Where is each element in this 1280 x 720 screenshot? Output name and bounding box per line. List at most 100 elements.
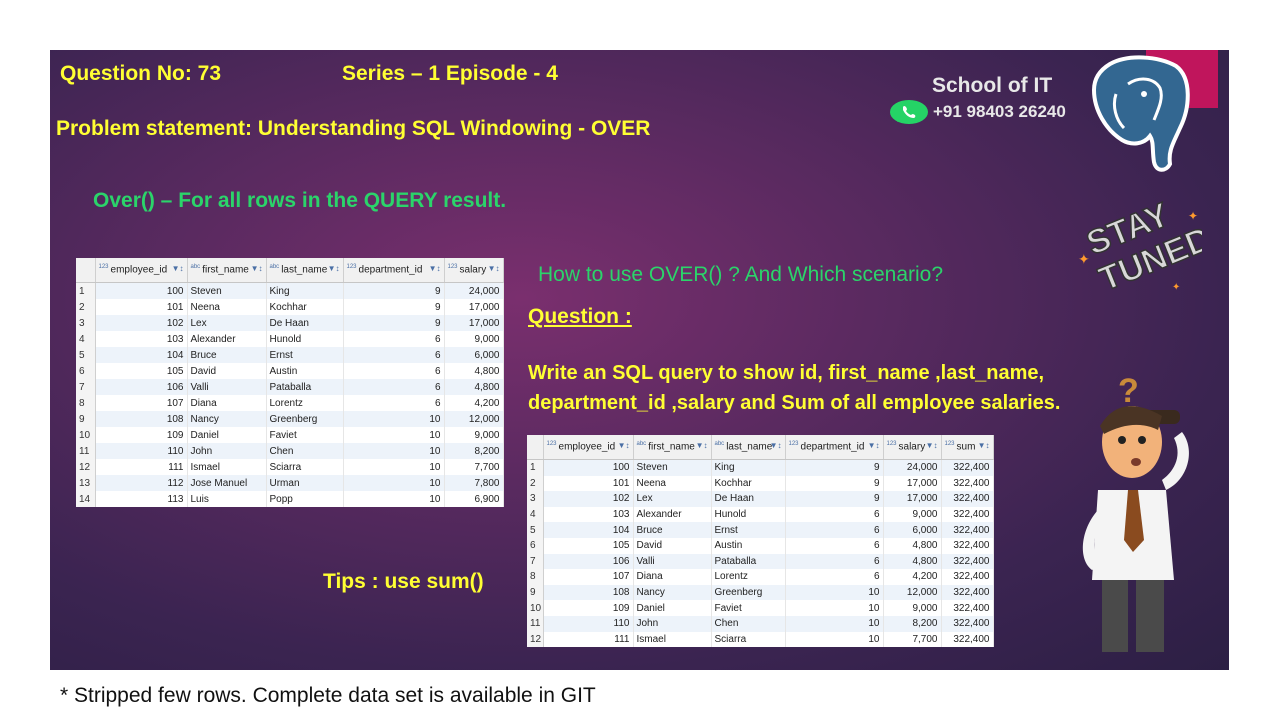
- table-cell: Daniel: [633, 600, 712, 616]
- table-cell: 109: [95, 427, 188, 443]
- row-number-cell: 4: [76, 331, 96, 347]
- table-cell: Valli: [633, 553, 712, 570]
- column-header[interactable]: abc last_name ▼↕: [266, 258, 344, 283]
- table-row[interactable]: 9 108 Nancy Greenberg 10 12,000: [76, 411, 504, 427]
- table-cell: 10: [785, 615, 884, 632]
- sort-filter-icon: ▼↕: [171, 264, 184, 273]
- table-row[interactable]: 12 111 Ismael Sciarra 10 7,700 322,400: [527, 631, 994, 648]
- table-cell: Ernst: [266, 347, 344, 363]
- table-row[interactable]: 14 113 Luis Popp 10 6,900: [76, 491, 504, 507]
- sort-filter-icon: ▼↕: [867, 441, 880, 450]
- table-row[interactable]: 5 104 Bruce Ernst 6 6,000 322,400: [527, 522, 994, 538]
- table-cell: 6: [785, 522, 884, 538]
- table-row[interactable]: 11 110 John Chen 10 8,200: [76, 443, 504, 459]
- table-cell: 9: [785, 491, 884, 507]
- table-cell: 6: [785, 569, 884, 585]
- table-row[interactable]: 2 101 Neena Kochhar 9 17,000 322,400: [527, 475, 994, 492]
- table-cell: De Haan: [711, 491, 786, 507]
- row-number-cell: 10: [76, 427, 96, 443]
- row-number-header: [527, 435, 544, 460]
- column-header[interactable]: 123 salary ▼↕: [883, 435, 942, 460]
- table-cell: 322,400: [941, 553, 994, 570]
- sparkle-icon: ✦: [1172, 282, 1180, 293]
- table-cell: 7,700: [444, 459, 504, 475]
- table-cell: 9: [343, 282, 445, 299]
- table-cell: Neena: [187, 299, 267, 315]
- column-header[interactable]: abc first_name ▼↕: [633, 435, 712, 460]
- table-cell: Urman: [266, 475, 344, 491]
- column-header[interactable]: 123 department_id ▼↕: [785, 435, 884, 460]
- table-cell: 10: [343, 459, 445, 475]
- table-cell: 9: [343, 299, 445, 315]
- problem-statement: Problem statement: Understanding SQL Win…: [56, 117, 651, 140]
- table-cell: 111: [95, 459, 188, 475]
- row-number-cell: 12: [76, 459, 96, 475]
- table-row[interactable]: 9 108 Nancy Greenberg 10 12,000 322,400: [527, 584, 994, 601]
- row-number-cell: 11: [527, 615, 544, 632]
- column-header[interactable]: abc first_name ▼↕: [187, 258, 267, 283]
- table-cell: 10: [343, 443, 445, 459]
- table-row[interactable]: 4 103 Alexander Hunold 6 9,000: [76, 331, 504, 347]
- table-row[interactable]: 10 109 Daniel Faviet 10 9,000 322,400: [527, 600, 994, 616]
- table-row[interactable]: 3 102 Lex De Haan 9 17,000: [76, 315, 504, 331]
- column-header[interactable]: 123 employee_id ▼↕: [543, 435, 634, 460]
- table-cell: 17,000: [883, 491, 942, 507]
- table-cell: 10: [343, 475, 445, 491]
- table-row[interactable]: 4 103 Alexander Hunold 6 9,000 322,400: [527, 506, 994, 523]
- table-cell: 6: [343, 363, 445, 379]
- table-cell: 4,800: [883, 537, 942, 554]
- table-cell: 104: [95, 347, 188, 363]
- table-cell: 6: [343, 395, 445, 411]
- column-header[interactable]: abc last_name ▼↕: [711, 435, 786, 460]
- table-row[interactable]: 7 106 Valli Pataballa 6 4,800: [76, 379, 504, 395]
- column-header[interactable]: 123 salary ▼↕: [444, 258, 504, 283]
- column-header[interactable]: 123 sum ▼↕: [941, 435, 994, 460]
- school-name: School of IT: [932, 74, 1053, 97]
- table-row[interactable]: 5 104 Bruce Ernst 6 6,000: [76, 347, 504, 363]
- table-cell: 107: [543, 569, 634, 585]
- table-cell: 322,400: [941, 537, 994, 554]
- table-row[interactable]: 10 109 Daniel Faviet 10 9,000: [76, 427, 504, 443]
- table-row[interactable]: 3 102 Lex De Haan 9 17,000 322,400: [527, 491, 994, 507]
- table-cell: 12,000: [883, 584, 942, 601]
- table-cell: David: [187, 363, 267, 379]
- table-row[interactable]: 8 107 Diana Lorentz 6 4,200: [76, 395, 504, 411]
- table-cell: 4,200: [883, 569, 942, 585]
- table-cell: Steven: [187, 282, 267, 299]
- table-row[interactable]: 8 107 Diana Lorentz 6 4,200 322,400: [527, 569, 994, 585]
- table-row[interactable]: 11 110 John Chen 10 8,200 322,400: [527, 615, 994, 632]
- table-cell: Pataballa: [711, 553, 786, 570]
- table-cell: Luis: [187, 491, 267, 507]
- column-header[interactable]: 123 employee_id ▼↕: [95, 258, 188, 283]
- table-row[interactable]: 12 111 Ismael Sciarra 10 7,700: [76, 459, 504, 475]
- table-cell: De Haan: [266, 315, 344, 331]
- table-cell: Jose Manuel: [187, 475, 267, 491]
- table-cell: 100: [543, 459, 634, 476]
- table-row[interactable]: 13 112 Jose Manuel Urman 10 7,800: [76, 475, 504, 491]
- table-row[interactable]: 6 105 David Austin 6 4,800 322,400: [527, 537, 994, 554]
- table-cell: 10: [343, 427, 445, 443]
- employees-result-table: 123 employee_id ▼↕ abc first_name ▼↕ abc last…: [76, 258, 504, 507]
- table-cell: 9,000: [883, 600, 942, 616]
- table-row[interactable]: 6 105 David Austin 6 4,800: [76, 363, 504, 379]
- column-header[interactable]: 123 department_id ▼↕: [343, 258, 445, 283]
- table-cell: 101: [543, 475, 634, 492]
- table-row[interactable]: 1 100 Steven King 9 24,000 322,400: [527, 459, 994, 476]
- table-cell: Hunold: [711, 506, 786, 523]
- table-cell: Daniel: [187, 427, 267, 443]
- sparkle-icon: ✦: [1078, 251, 1090, 267]
- table-cell: 10: [343, 491, 445, 507]
- table-cell: 103: [543, 506, 634, 523]
- table-cell: 111: [543, 631, 634, 648]
- whatsapp-icon: [890, 100, 928, 124]
- table-row[interactable]: 7 106 Valli Pataballa 6 4,800 322,400: [527, 553, 994, 570]
- table-row[interactable]: 1 100 Steven King 9 24,000: [76, 282, 504, 299]
- table-cell: 106: [543, 553, 634, 570]
- table-cell: Nancy: [633, 584, 712, 601]
- table-cell: 102: [95, 315, 188, 331]
- table-cell: 322,400: [941, 459, 994, 476]
- table-cell: Ismael: [633, 631, 712, 648]
- sort-filter-icon: ▼↕: [250, 264, 263, 273]
- table-row[interactable]: 2 101 Neena Kochhar 9 17,000: [76, 299, 504, 315]
- table-cell: Ernst: [711, 522, 786, 538]
